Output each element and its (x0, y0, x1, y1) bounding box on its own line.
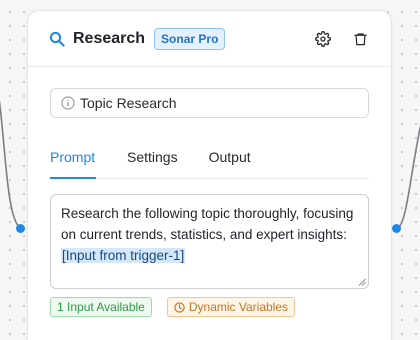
resize-handle-icon[interactable] (358, 278, 366, 286)
tab-prompt[interactable]: Prompt (50, 145, 96, 179)
info-icon (61, 96, 75, 110)
tab-settings[interactable]: Settings (127, 145, 178, 179)
dynamic-variables-label: Dynamic Variables (188, 300, 289, 314)
prompt-variable-token[interactable]: [Input from trigger-1] (61, 248, 186, 263)
model-badge: Sonar Pro (154, 27, 226, 50)
node-title: Research (73, 29, 146, 47)
search-icon (49, 31, 65, 47)
output-port[interactable] (392, 224, 401, 233)
dynamic-variables-badge[interactable]: Dynamic Variables (166, 297, 296, 317)
prompt-text: Research the following topic thoroughly,… (61, 206, 354, 242)
outgoing-edge (397, 124, 420, 229)
node-header: Research Sonar Pro (28, 11, 391, 67)
inputs-available-badge[interactable]: 1 Input Available (50, 297, 152, 317)
node-tabs: Prompt Settings Output (50, 145, 369, 179)
node-name-input[interactable] (80, 95, 340, 111)
prompt-chip-row: 1 Input Available Dynamic Variables (50, 297, 296, 317)
trash-icon[interactable] (349, 28, 371, 50)
clock-icon (174, 301, 185, 313)
node-name-field[interactable] (50, 88, 369, 118)
gear-icon[interactable] (312, 28, 334, 50)
prompt-textarea[interactable]: Research the following topic thoroughly,… (50, 194, 369, 289)
input-port[interactable] (16, 224, 25, 233)
research-node-card[interactable]: Research Sonar Pro Promp (27, 10, 392, 340)
tab-output[interactable]: Output (209, 145, 251, 179)
incoming-edge (0, 100, 21, 229)
